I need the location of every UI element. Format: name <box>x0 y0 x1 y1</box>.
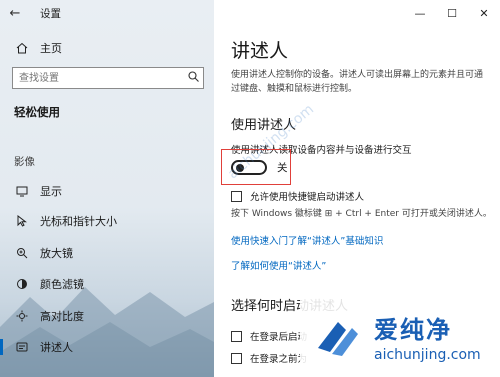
brand-watermark: 爱纯净 aichunjing.com <box>300 296 500 377</box>
toggle-state-label: 关 <box>277 162 288 174</box>
window-controls: — ☐ ✕ <box>404 0 500 26</box>
start-after-signin-row[interactable]: 在登录后启动 <box>231 329 307 343</box>
shortcut-checkbox-label: 允许使用快捷键启动讲述人 <box>250 192 365 203</box>
start-after-signin-label: 在登录后启动 <box>250 332 308 343</box>
settings-window: ← 设置 主页 轻松使用 影像 显示 <box>0 0 500 377</box>
sidebar-item-label: 主页 <box>40 42 62 55</box>
start-before-signin-label: 在登录之前为 <box>250 354 308 365</box>
maximize-button[interactable]: ☐ <box>436 0 468 26</box>
window-title: 设置 <box>40 7 61 20</box>
narrator-icon <box>14 339 30 355</box>
sidebar-item-label: 高对比度 <box>40 310 84 323</box>
section-title: 轻松使用 <box>14 105 60 119</box>
cursor-icon <box>14 213 30 229</box>
sidebar-item-display[interactable]: 显示 <box>0 177 214 205</box>
sidebar-item-label: 光标和指针大小 <box>40 215 117 228</box>
home-icon <box>14 40 30 56</box>
page-title: 讲述人 <box>231 40 289 62</box>
back-button[interactable]: ← <box>0 0 30 26</box>
start-before-signin-row[interactable]: 在登录之前为 <box>231 351 307 365</box>
learn-narrator-link[interactable]: 了解如何使用“讲述人” <box>231 258 326 272</box>
minimize-button[interactable]: — <box>404 0 436 26</box>
search-input[interactable] <box>13 71 183 85</box>
group-title: 影像 <box>14 156 35 168</box>
page-description: 使用讲述人控制你的设备。讲述人可读出屏幕上的元素并且可通过键盘、触摸和鼠标进行控… <box>231 70 484 94</box>
shortcut-checkbox-row[interactable]: 允许使用快捷键启动讲述人 <box>231 189 364 203</box>
sidebar-item-color-filter[interactable]: 颜色滤镜 <box>0 270 214 298</box>
close-button[interactable]: ✕ <box>468 0 500 26</box>
sidebar-item-cursor[interactable]: 光标和指针大小 <box>0 207 214 235</box>
sidebar-item-home[interactable]: 主页 <box>0 34 214 62</box>
brand-name-en: aichunjing.com <box>374 347 481 363</box>
brand-text: 爱纯净 aichunjing.com <box>374 310 481 363</box>
sidebar-item-high-contrast[interactable]: 高对比度 <box>0 302 214 330</box>
arrow-left-icon: ← <box>9 5 21 21</box>
sidebar-item-narrator[interactable]: 讲述人 <box>0 333 214 361</box>
start-after-signin-checkbox[interactable] <box>231 330 242 342</box>
shortcut-checkbox[interactable] <box>231 190 242 202</box>
brand-name-cn: 爱纯净 <box>374 316 452 344</box>
start-before-signin-checkbox[interactable] <box>231 352 242 364</box>
brand-logo-icon <box>318 321 358 356</box>
color-filter-icon <box>14 276 30 292</box>
sidebar-item-label: 颜色滤镜 <box>40 278 84 291</box>
sidebar-item-label: 讲述人 <box>40 341 73 354</box>
sidebar: ← 设置 主页 轻松使用 影像 显示 <box>0 0 214 377</box>
sidebar-item-label: 显示 <box>40 185 62 198</box>
search-field[interactable] <box>12 67 204 89</box>
sidebar-item-magnifier[interactable]: 放大镜 <box>0 239 214 267</box>
magnifier-icon <box>14 245 30 261</box>
search-icon[interactable] <box>183 71 203 85</box>
sidebar-item-label: 放大镜 <box>40 247 73 260</box>
shortcut-hint: 按下 Windows 徽标键 ⊞ + Ctrl + Enter 可打开或关闭讲述… <box>231 209 492 219</box>
titlebar: ← 设置 <box>0 0 214 26</box>
monitor-icon <box>14 183 30 199</box>
contrast-icon <box>14 308 30 324</box>
quickstart-link[interactable]: 使用快速入门了解“讲述人”基础知识 <box>231 233 383 247</box>
